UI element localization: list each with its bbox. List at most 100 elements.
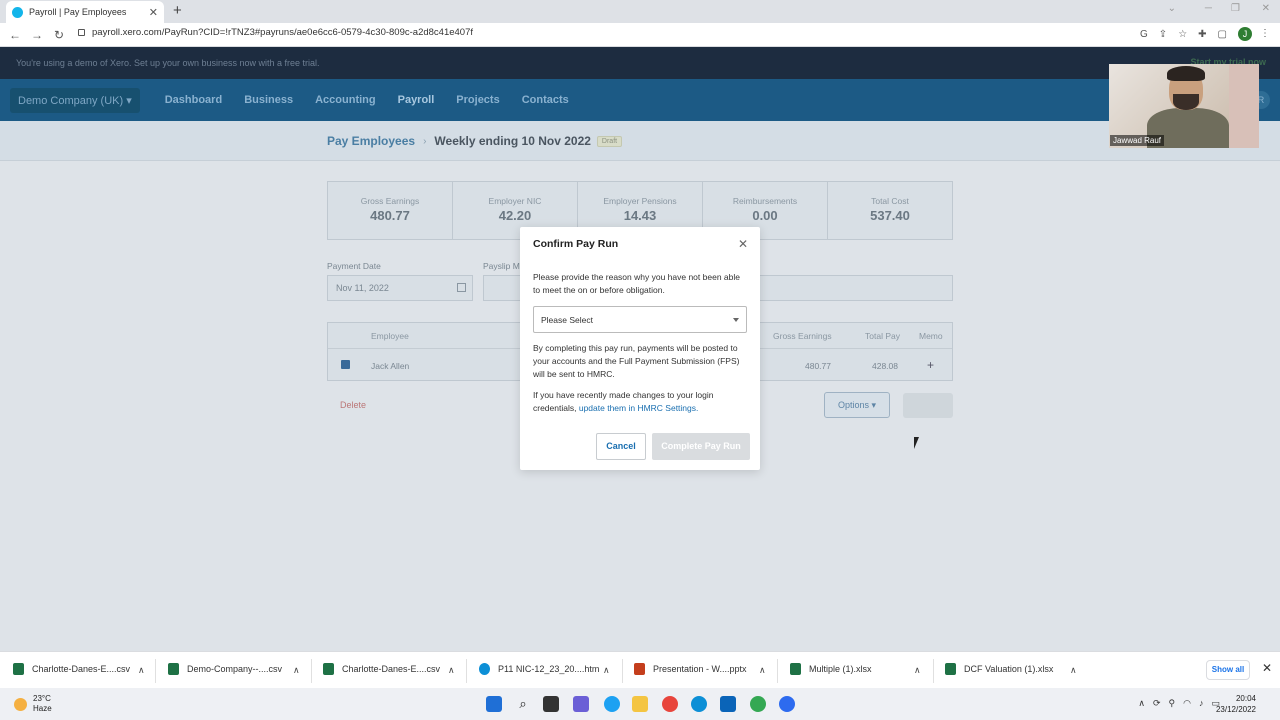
downloads-shelf: Charlotte-Danes-E....csv ∧ Demo-Company-…: [0, 651, 1280, 688]
download-item[interactable]: P11 NIC-12_23_20....htm: [479, 663, 599, 675]
chrome-icon[interactable]: [662, 696, 678, 712]
close-icon[interactable]: ✕: [738, 237, 748, 251]
microphone-icon[interactable]: ⚲: [1169, 698, 1176, 709]
clock[interactable]: 20:04 23/12/2022: [1216, 693, 1256, 715]
windows-start-icon[interactable]: [486, 696, 502, 712]
divider: [466, 659, 467, 683]
webcam-person-hair: [1167, 66, 1205, 81]
chevron-up-icon[interactable]: ∧: [914, 665, 921, 676]
chevron-up-icon[interactable]: ∧: [603, 665, 610, 676]
xero-top-nav: Demo Company (UK) ▾ Dashboard Business A…: [0, 79, 1280, 121]
bookmark-star-icon[interactable]: ☆: [1178, 29, 1187, 40]
webcam-person-beard: [1173, 94, 1199, 110]
download-item[interactable]: Demo-Company--....csv: [168, 663, 282, 675]
download-item[interactable]: Multiple (1).xlsx: [790, 663, 872, 675]
nav-projects[interactable]: Projects: [456, 94, 499, 106]
nav-accounting[interactable]: Accounting: [315, 94, 376, 106]
download-filename: DCF Valuation (1).xlsx: [964, 664, 1054, 674]
add-memo-icon[interactable]: +: [927, 358, 934, 372]
task-view-icon[interactable]: [543, 696, 559, 712]
header-total-pay[interactable]: Total Pay: [865, 331, 900, 341]
lock-icon: [78, 29, 85, 36]
breadcrumb-pay-employees[interactable]: Pay Employees: [327, 134, 415, 148]
summary-label: Employer NIC: [488, 196, 542, 206]
download-item[interactable]: Charlotte-Danes-E....csv: [323, 663, 440, 675]
chrome-profile-icon[interactable]: [750, 696, 766, 712]
excel-icon: [168, 663, 179, 675]
payment-date-field[interactable]: Nov 11, 2022: [327, 275, 473, 301]
employee-name[interactable]: Jack Allen: [371, 361, 409, 371]
tray-chevron-up-icon[interactable]: ∧: [1138, 698, 1145, 709]
chevron-up-icon[interactable]: ∧: [759, 665, 766, 676]
chevron-up-icon[interactable]: ∧: [448, 665, 455, 676]
payment-date-label: Payment Date: [327, 261, 381, 271]
download-item[interactable]: Charlotte-Danes-E....csv: [13, 663, 130, 675]
header-employee[interactable]: Employee: [371, 331, 409, 341]
options-button[interactable]: Options ▾: [824, 392, 890, 418]
close-icon[interactable]: ✕: [1262, 661, 1272, 675]
download-item[interactable]: DCF Valuation (1).xlsx: [945, 663, 1053, 675]
nav-contacts[interactable]: Contacts: [522, 94, 569, 106]
edge-icon[interactable]: [691, 696, 707, 712]
delete-link[interactable]: Delete: [340, 400, 366, 410]
divider: [155, 659, 156, 683]
file-explorer-icon[interactable]: [632, 696, 648, 712]
header-gross-earnings[interactable]: Gross Earnings: [773, 331, 832, 341]
download-item[interactable]: Presentation - W....pptx: [634, 663, 747, 675]
minimize-icon[interactable]: ─: [1205, 3, 1212, 14]
extensions-icon[interactable]: ✚: [1198, 29, 1206, 40]
sidebar-icon[interactable]: ▢: [1218, 29, 1227, 40]
tray-app-icon[interactable]: ⟳: [1153, 698, 1161, 709]
post-pay-run-button[interactable]: [903, 393, 953, 418]
webcam-overlay: Jawwad Rauf: [1109, 64, 1259, 148]
wifi-icon[interactable]: ◠: [1183, 698, 1191, 709]
calendar-icon[interactable]: [457, 283, 466, 292]
excel-icon: [13, 663, 24, 675]
webcam-name-label: Jawwad Rauf: [1110, 135, 1165, 146]
show-all-downloads-button[interactable]: Show all: [1206, 660, 1250, 680]
download-filename: Demo-Company--....csv: [187, 664, 283, 674]
teams-chat-icon[interactable]: [573, 696, 589, 712]
restore-icon[interactable]: ❐: [1231, 3, 1240, 14]
url-text: payroll.xero.com/PayRun?CID=!rTNZ3#payru…: [92, 27, 474, 38]
reason-instructions: Please provide the reason why you have n…: [533, 272, 740, 295]
nav-payroll[interactable]: Payroll: [398, 94, 435, 106]
window-close-icon[interactable]: ✕: [1262, 3, 1270, 14]
new-tab-icon[interactable]: +: [173, 2, 182, 19]
nav-dashboard[interactable]: Dashboard: [165, 94, 222, 106]
mouse-cursor-icon: [914, 437, 919, 449]
org-switcher[interactable]: Demo Company (UK) ▾: [10, 87, 140, 113]
app-icon[interactable]: [604, 696, 620, 712]
volume-icon[interactable]: ♪: [1199, 698, 1204, 709]
share-icon[interactable]: ⇪: [1159, 29, 1167, 40]
tab-close-icon[interactable]: ✕: [149, 6, 158, 19]
row-checkbox[interactable]: [341, 360, 350, 369]
profile-avatar[interactable]: J: [1238, 27, 1252, 41]
reload-icon[interactable]: ↻: [48, 28, 70, 42]
divider: [933, 659, 934, 683]
url-field[interactable]: payroll.xero.com/PayRun?CID=!rTNZ3#payru…: [78, 27, 473, 38]
chevron-down-icon[interactable]: ⌄: [1168, 3, 1176, 14]
summary-label: Reimbursements: [732, 196, 798, 206]
outlook-icon[interactable]: [720, 696, 736, 712]
hmrc-settings-link[interactable]: update them in HMRC Settings.: [579, 403, 699, 413]
divider: [777, 659, 778, 683]
complete-pay-run-button[interactable]: Complete Pay Run: [652, 433, 750, 460]
cancel-button[interactable]: Cancel: [596, 433, 646, 460]
download-filename: Presentation - W....pptx: [653, 664, 747, 674]
weather-condition: Haze: [33, 704, 52, 713]
google-icon[interactable]: G: [1140, 29, 1148, 40]
chevron-up-icon[interactable]: ∧: [1070, 665, 1077, 676]
browser-tab[interactable]: Payroll | Pay Employees ✕: [6, 1, 164, 23]
chevron-up-icon[interactable]: ∧: [138, 665, 145, 676]
search-icon[interactable]: ⌕: [515, 696, 531, 712]
zoom-icon[interactable]: [779, 696, 795, 712]
back-icon[interactable]: ←: [4, 28, 26, 42]
weather-widget[interactable]: 23°C Haze: [14, 694, 52, 714]
browser-menu-icon[interactable]: ⋮: [1260, 28, 1270, 39]
forward-icon[interactable]: →: [26, 28, 48, 42]
nav-business[interactable]: Business: [244, 94, 293, 106]
chevron-up-icon[interactable]: ∧: [293, 665, 300, 676]
demo-banner-text: You're using a demo of Xero. Set up your…: [16, 58, 320, 68]
reason-select[interactable]: Please Select: [533, 306, 747, 333]
